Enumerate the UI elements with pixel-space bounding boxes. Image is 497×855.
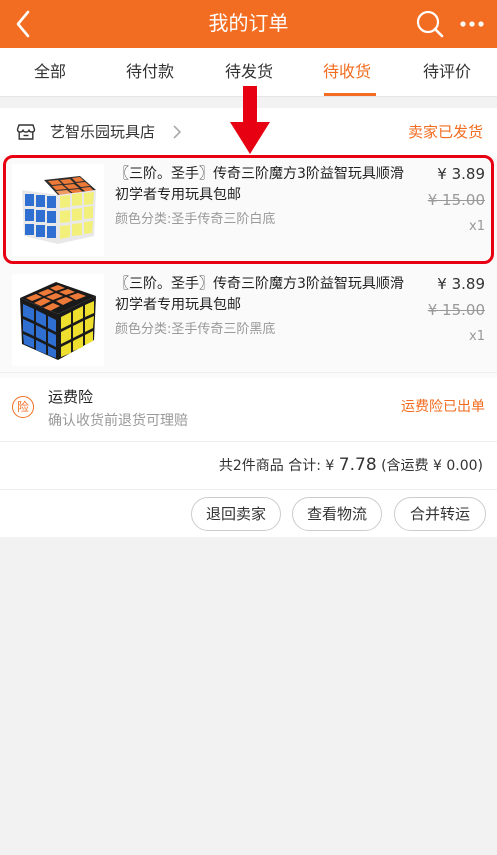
insurance-badge-icon: 险 xyxy=(12,396,34,418)
order-item[interactable]: 〖三阶。圣手〗传奇三阶魔方3阶益智玩具顺滑 初学者专用玩具包邮 颜色分类:圣手传… xyxy=(0,266,497,378)
store-icon xyxy=(16,124,36,140)
shipping-insurance-row[interactable]: 险 运费险 确认收货前退货可理赔 运费险已出单 xyxy=(0,372,497,442)
chevron-right-icon xyxy=(173,125,182,139)
insurance-status: 运费险已出单 xyxy=(401,399,485,415)
top-bar: 我的订单 xyxy=(0,0,497,48)
insurance-description: 确认收货前退货可理赔 xyxy=(48,413,188,429)
original-price: ¥ 15.00 xyxy=(427,301,485,319)
tab-pending-receipt[interactable]: 待收货 xyxy=(297,48,397,96)
merge-transship-button[interactable]: 合并转运 xyxy=(394,497,486,531)
highlight-box xyxy=(3,155,494,264)
shop-name[interactable]: 艺智乐园玩具店 xyxy=(50,108,155,156)
red-down-arrow-icon xyxy=(230,86,270,154)
view-logistics-button[interactable]: 查看物流 xyxy=(292,497,382,531)
summary-prefix: 共2件商品 合计: ¥ xyxy=(218,458,339,474)
order-summary: 共2件商品 合计: ¥ 7.78 (含运费 ¥ 0.00) xyxy=(219,455,483,475)
insurance-title: 运费险 xyxy=(48,388,94,406)
order-status: 卖家已发货 xyxy=(407,123,483,141)
return-to-seller-button[interactable]: 退回卖家 xyxy=(191,497,281,531)
more-icon[interactable] xyxy=(456,8,488,40)
active-tab-indicator xyxy=(324,93,376,96)
divider xyxy=(0,489,497,490)
product-title[interactable]: 〖三阶。圣手〗传奇三阶魔方3阶益智玩具顺滑 初学者专用玩具包邮 xyxy=(115,274,405,316)
product-price: ¥ 3.89 xyxy=(437,275,485,293)
tab-pending-review[interactable]: 待评价 xyxy=(397,48,497,96)
search-icon[interactable] xyxy=(414,8,446,40)
tab-all[interactable]: 全部 xyxy=(0,48,100,96)
summary-suffix: (含运费 ¥ 0.00) xyxy=(376,458,483,474)
product-quantity: x1 xyxy=(469,329,485,344)
product-sku: 颜色分类:圣手传奇三阶黑底 xyxy=(115,322,276,337)
order-total: 7.78 xyxy=(338,455,377,475)
black-rubiks-cube-image xyxy=(12,274,104,366)
tab-pending-payment[interactable]: 待付款 xyxy=(100,48,200,96)
